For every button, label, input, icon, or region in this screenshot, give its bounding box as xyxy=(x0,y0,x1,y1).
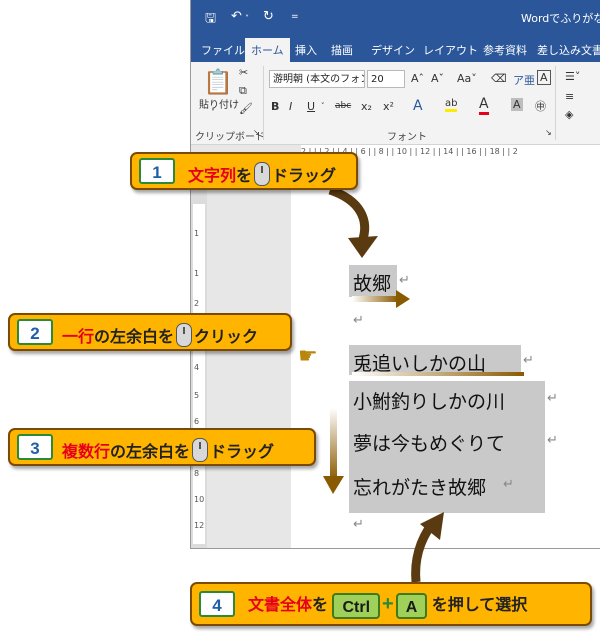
drag-arrow xyxy=(352,296,398,302)
mouse-icon xyxy=(254,162,271,186)
arrow-head xyxy=(323,476,344,494)
mouse-icon xyxy=(192,438,209,462)
mouse-icon xyxy=(176,323,193,347)
callout-step-2: 2 一行の左余白を クリック xyxy=(8,313,292,351)
callout-step-3: 3 複数行の左余白を ドラッグ xyxy=(8,428,316,466)
callout-text: 一行の左余白を クリック xyxy=(62,323,258,347)
pointing-hand-icon: ☛ xyxy=(298,344,318,369)
arrow-head xyxy=(396,290,410,308)
callout-step-1: 1 文字列を ドラッグ xyxy=(130,152,358,190)
callout-text: 文字列を ドラッグ xyxy=(188,162,336,186)
step-number: 2 xyxy=(17,319,53,345)
curved-arrow xyxy=(411,521,436,583)
ctrl-key: Ctrl xyxy=(332,592,381,619)
arrow-head xyxy=(348,236,378,258)
callout-text: 文書全体を Ctrl + A を押して選択 xyxy=(248,590,527,620)
step-number: 3 xyxy=(17,434,53,460)
a-key: A xyxy=(395,592,428,619)
step-number: 4 xyxy=(199,591,235,617)
curved-arrow xyxy=(328,185,370,244)
step-number: 1 xyxy=(139,158,175,184)
callout-step-4: 4 文書全体を Ctrl + A を押して選択 xyxy=(190,582,592,626)
line-underline xyxy=(352,372,524,376)
plus-sign: + xyxy=(382,593,394,615)
drag-arrow xyxy=(330,408,337,480)
callout-text: 複数行の左余白を ドラッグ xyxy=(62,438,274,462)
